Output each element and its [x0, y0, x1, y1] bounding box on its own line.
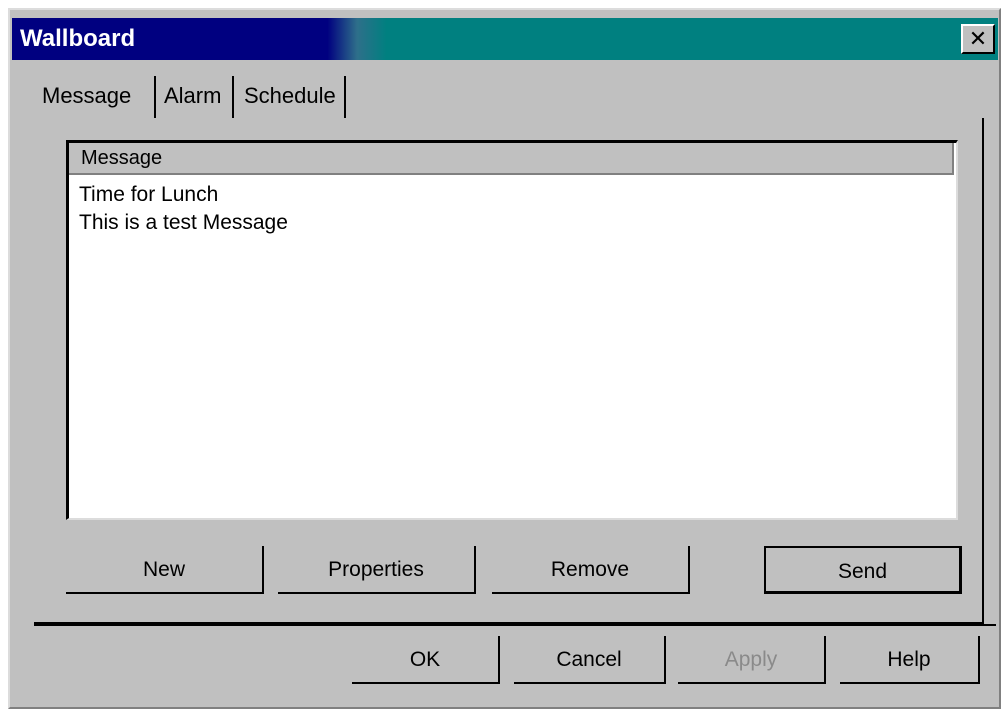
window-title: Wallboard [20, 25, 136, 52]
close-icon: ✕ [968, 26, 988, 51]
properties-button[interactable]: Properties [278, 546, 476, 594]
tab-alarm[interactable]: Alarm [156, 70, 229, 122]
ok-button[interactable]: OK [352, 636, 500, 684]
column-header-message[interactable]: Message [69, 143, 954, 175]
apply-button[interactable]: Apply [678, 636, 826, 684]
remove-button[interactable]: Remove [492, 546, 690, 594]
send-button[interactable]: Send [764, 546, 962, 594]
message-items: Time for Lunch This is a test Message [79, 181, 288, 237]
list-item[interactable]: Time for Lunch [79, 181, 288, 209]
separator [34, 624, 996, 626]
tab-divider [344, 76, 346, 118]
tab-divider [232, 76, 234, 118]
list-item[interactable]: This is a test Message [79, 209, 288, 237]
close-button[interactable]: ✕ [961, 24, 995, 54]
message-list[interactable]: Message Time for Lunch This is a test Me… [66, 140, 958, 520]
tab-schedule[interactable]: Schedule [236, 70, 344, 122]
tab-message[interactable]: Message [34, 70, 139, 122]
new-button[interactable]: New [66, 546, 264, 594]
cancel-button[interactable]: Cancel [514, 636, 666, 684]
help-button[interactable]: Help [840, 636, 980, 684]
title-bar[interactable]: Wallboard ✕ [12, 18, 998, 60]
